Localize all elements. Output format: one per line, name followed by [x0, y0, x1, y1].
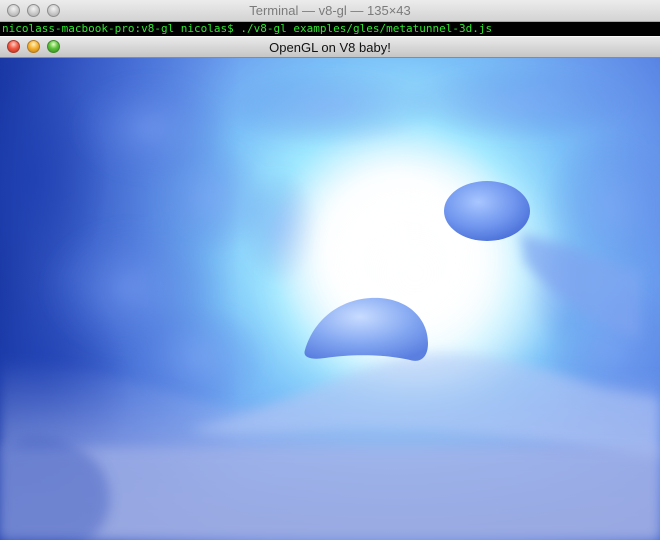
terminal-titlebar[interactable]: Terminal — v8-gl — 135×43	[0, 0, 660, 22]
desktop-screen: Terminal — v8-gl — 135×43 nicolass-macbo…	[0, 0, 660, 540]
gl-window-title: OpenGL on V8 baby!	[269, 40, 391, 55]
terminal-command-line[interactable]: nicolass-macbook-pro:v8-gl nicolas$ ./v8…	[0, 22, 660, 36]
metatunnel-render	[0, 58, 660, 540]
opengl-render-canvas[interactable]	[0, 58, 660, 540]
gl-window-titlebar[interactable]: OpenGL on V8 baby!	[0, 36, 660, 58]
terminal-window-title: Terminal — v8-gl — 135×43	[249, 3, 411, 18]
